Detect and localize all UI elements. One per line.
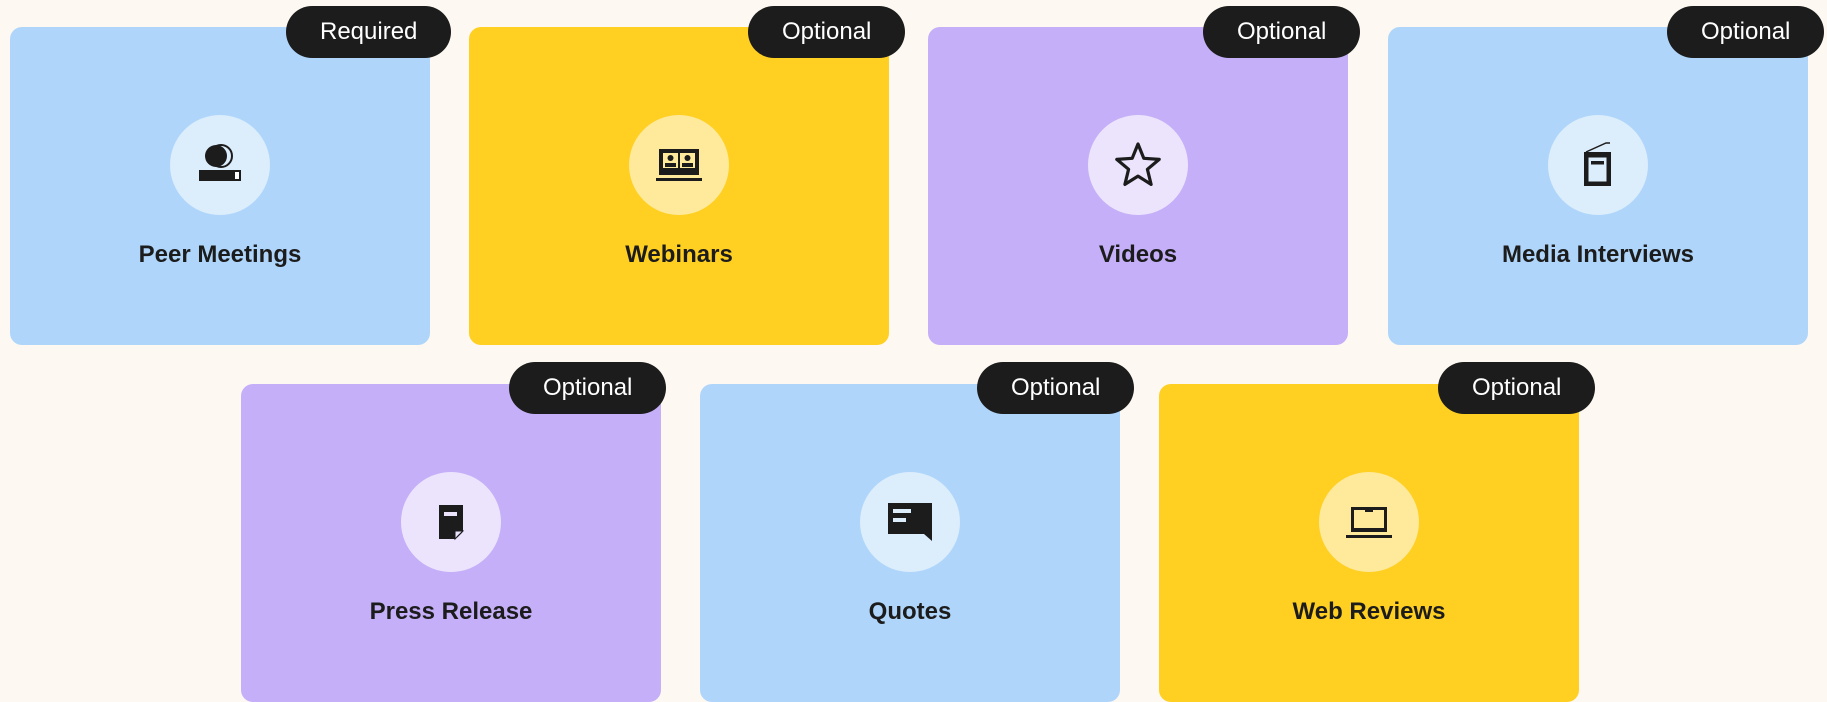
card-title: Quotes <box>868 598 952 625</box>
optional-badge: Optional <box>509 362 667 414</box>
card-web-reviews[interactable]: Web Reviews <box>1159 384 1579 702</box>
document-icon <box>439 505 465 541</box>
optional-badge: Optional <box>1203 6 1361 58</box>
required-badge: Required <box>286 6 452 58</box>
star-icon <box>1115 142 1161 187</box>
optional-badge: Optional <box>748 6 906 58</box>
video-conference-icon <box>199 144 241 181</box>
optional-badge: Optional <box>977 362 1135 414</box>
icon-badge <box>1548 115 1648 215</box>
icon-badge <box>1319 472 1419 572</box>
icon-badge <box>629 115 729 215</box>
card-title: Peer Meetings <box>138 241 302 268</box>
laptop-icon <box>1346 507 1392 538</box>
card-title: Videos <box>1098 241 1178 268</box>
icon-badge <box>170 115 270 215</box>
booklet-icon <box>1584 142 1611 186</box>
optional-badge: Optional <box>1667 6 1825 58</box>
card-title: Media Interviews <box>1501 241 1695 268</box>
icon-badge <box>860 472 960 572</box>
speech-bubble-icon <box>888 503 932 541</box>
card-title: Web Reviews <box>1292 598 1446 625</box>
card-press-release[interactable]: Press Release <box>241 384 661 702</box>
card-media-interviews[interactable]: Media Interviews <box>1388 27 1808 345</box>
card-title: Press Release <box>369 598 533 625</box>
card-webinars[interactable]: Webinars <box>469 27 889 345</box>
icon-badge <box>1088 115 1188 215</box>
card-title: Webinars <box>625 241 733 268</box>
webinar-laptop-icon <box>656 149 702 181</box>
card-videos[interactable]: Videos <box>928 27 1348 345</box>
optional-badge: Optional <box>1438 362 1596 414</box>
icon-badge <box>401 472 501 572</box>
card-peer-meetings[interactable]: Peer Meetings <box>10 27 430 345</box>
card-quotes[interactable]: Quotes <box>700 384 1120 702</box>
